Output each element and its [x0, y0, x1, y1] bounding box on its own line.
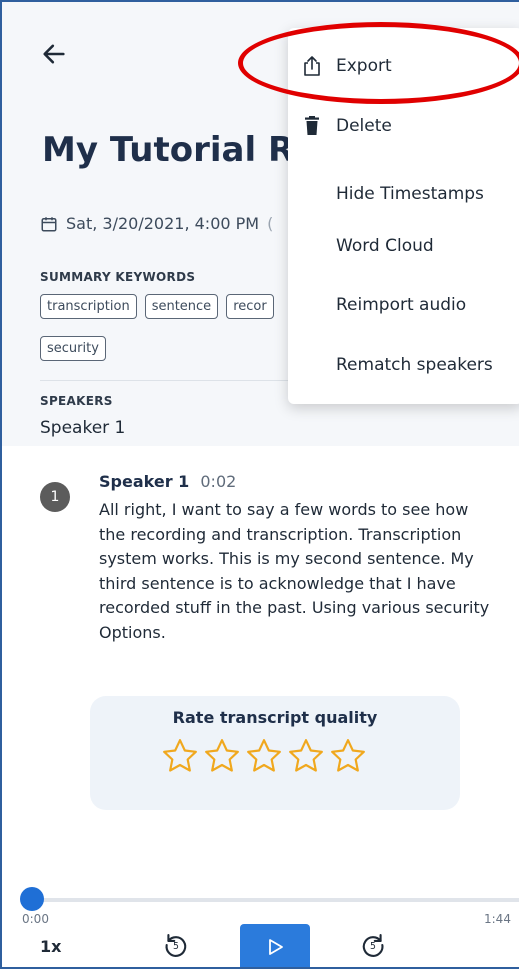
- rating-title: Rate transcript quality: [172, 708, 378, 727]
- summary-keywords-label: SUMMARY KEYWORDS: [40, 270, 196, 284]
- star-icon[interactable]: [244, 736, 284, 776]
- rating-card: Rate transcript quality: [90, 696, 460, 810]
- date-trail-text: (: [267, 214, 274, 233]
- menu-item-delete[interactable]: Delete: [288, 100, 519, 152]
- menu-item-word-cloud[interactable]: Word Cloud: [288, 220, 519, 272]
- calendar-icon: [41, 216, 57, 231]
- menu-item-label: Delete: [336, 116, 392, 136]
- keyword-chip[interactable]: transcription: [40, 294, 137, 319]
- current-time: 0:00: [22, 912, 49, 926]
- transcript-timestamp[interactable]: 0:02: [200, 472, 236, 491]
- speaker-name[interactable]: Speaker 1: [40, 418, 125, 438]
- star-icon[interactable]: [202, 736, 242, 776]
- transcript-turn-header: Speaker 1 0:02: [99, 472, 236, 491]
- menu-item-reimport-audio[interactable]: Reimport audio: [288, 279, 519, 331]
- star-icon[interactable]: [328, 736, 368, 776]
- keyword-row-2: security: [40, 336, 106, 361]
- menu-item-label: Hide Timestamps: [336, 184, 484, 204]
- annotation-highlight-circle: [238, 22, 519, 104]
- app-frame: My Tutorial Re Sat, 3/20/2021, 4:00 PM (…: [0, 0, 519, 969]
- star-rating: [160, 736, 368, 776]
- forward-seconds-label: 5: [370, 941, 376, 952]
- trash-icon: [305, 116, 319, 135]
- playback-scrubber-handle[interactable]: [20, 887, 44, 911]
- star-icon[interactable]: [286, 736, 326, 776]
- menu-item-hide-timestamps[interactable]: Hide Timestamps: [288, 168, 519, 220]
- page-title: My Tutorial Re: [42, 130, 318, 170]
- total-time: 1:44: [484, 912, 511, 926]
- keyword-chip[interactable]: recor: [226, 294, 274, 319]
- forward-5-icon[interactable]: 5: [359, 931, 387, 959]
- playback-speed-button[interactable]: 1x: [40, 937, 61, 956]
- keyword-chip[interactable]: security: [40, 336, 106, 361]
- speaker-avatar: 1: [40, 482, 70, 512]
- rewind-5-icon[interactable]: 5: [162, 931, 190, 959]
- keyword-chip[interactable]: sentence: [144, 294, 219, 319]
- play-button[interactable]: [240, 924, 310, 967]
- menu-item-rematch-speakers[interactable]: Rematch speakers: [288, 339, 519, 391]
- speakers-label: SPEAKERS: [40, 394, 113, 408]
- playback-progress-track[interactable]: [33, 898, 519, 902]
- menu-item-label: Rematch speakers: [336, 355, 493, 375]
- recording-date: Sat, 3/20/2021, 4:00 PM (: [40, 214, 273, 233]
- menu-item-label: Word Cloud: [336, 236, 434, 256]
- date-text: Sat, 3/20/2021, 4:00 PM: [66, 214, 260, 233]
- menu-item-label: Reimport audio: [336, 295, 467, 315]
- transcript-text[interactable]: All right, I want to say a few words to …: [99, 498, 499, 645]
- star-icon[interactable]: [160, 736, 200, 776]
- play-icon: [269, 939, 283, 955]
- transcript-speaker[interactable]: Speaker 1: [99, 472, 189, 491]
- back-arrow-icon[interactable]: [40, 40, 68, 68]
- rewind-seconds-label: 5: [173, 941, 179, 952]
- keyword-row-1: transcription sentence recor: [40, 294, 274, 319]
